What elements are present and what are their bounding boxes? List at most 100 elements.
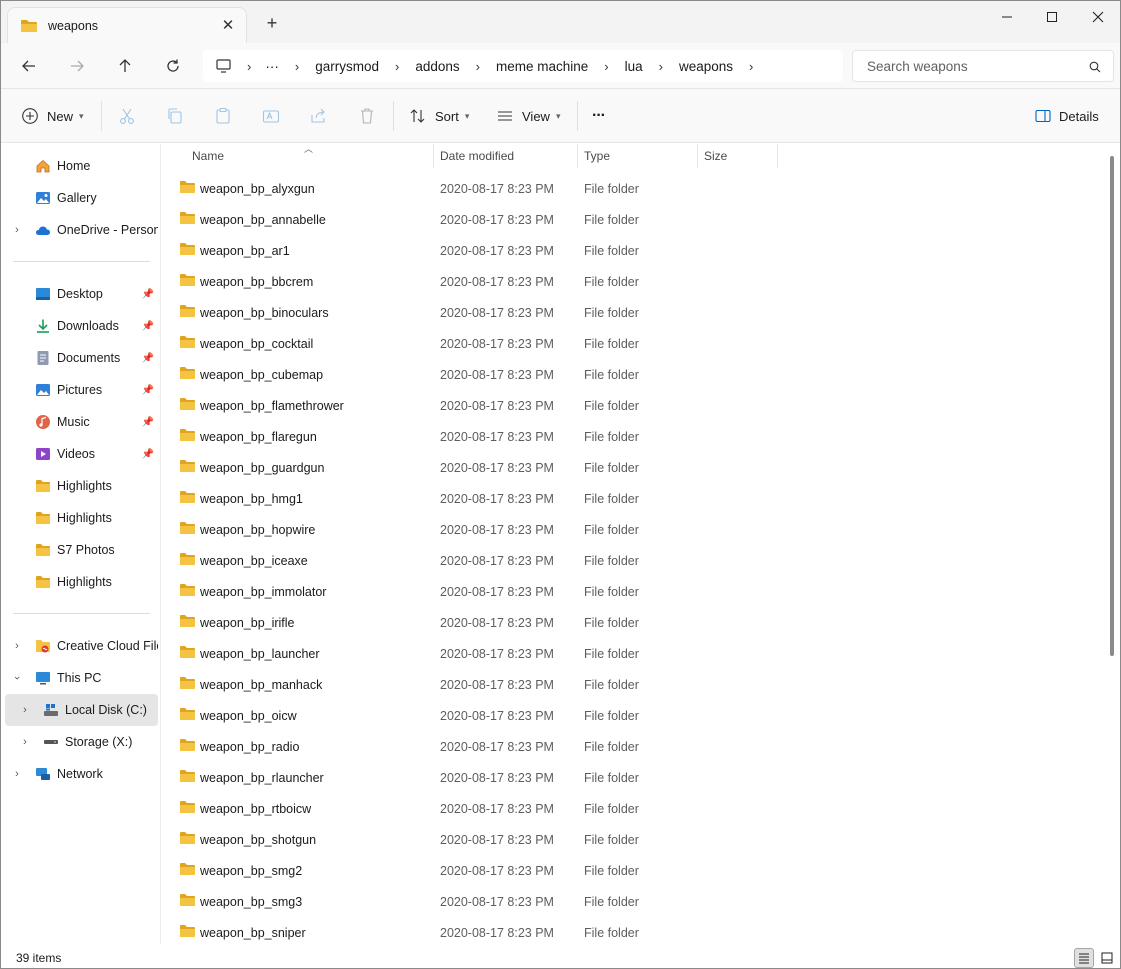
file-name[interactable]: weapon_bp_irifle [200, 616, 295, 630]
minimize-button[interactable] [984, 1, 1030, 33]
pin-icon[interactable]: 📌 [142, 289, 154, 300]
new-tab-button[interactable]: + [263, 14, 281, 32]
search-icon[interactable] [1089, 61, 1101, 73]
share-button[interactable] [310, 103, 328, 129]
sidebar-item-network[interactable]: › Network [5, 758, 158, 790]
more-options-button[interactable]: ··· [592, 103, 606, 129]
sidebar-item-documents[interactable]: Documents 📌 [5, 342, 158, 374]
details-button[interactable]: Details [1035, 103, 1099, 129]
file-row[interactable]: weapon_bp_launcher 2020-08-17 8:23 PM File… [173, 638, 1093, 669]
file-row[interactable]: weapon_bp_iceaxe 2020-08-17 8:23 PM File f… [173, 545, 1093, 576]
sidebar-item-home[interactable]: Home [5, 150, 158, 182]
chevron-right-icon[interactable]: › [295, 59, 299, 74]
breadcrumb-overflow[interactable]: ··· [265, 59, 279, 74]
column-divider[interactable] [777, 144, 778, 168]
sidebar-item-s7-photos[interactable]: S7 Photos [5, 534, 158, 566]
file-name[interactable]: weapon_bp_hmg1 [200, 492, 303, 506]
sidebar-item-desktop[interactable]: Desktop 📌 [5, 278, 158, 310]
paste-button[interactable] [214, 103, 232, 129]
this-pc-icon[interactable] [215, 58, 233, 74]
file-row[interactable]: weapon_bp_flamethrower 2020-08-17 8:23 PM… [173, 390, 1093, 421]
vertical-scrollbar[interactable] [1110, 156, 1114, 656]
chevron-right-icon[interactable]: › [11, 768, 23, 780]
file-name[interactable]: weapon_bp_radio [200, 740, 299, 754]
refresh-button[interactable] [158, 51, 188, 81]
file-name[interactable]: weapon_bp_oicw [200, 709, 297, 723]
file-name[interactable]: weapon_bp_bbcrem [200, 275, 313, 289]
file-name[interactable]: weapon_bp_iceaxe [200, 554, 308, 568]
sidebar-item-downloads[interactable]: Downloads 📌 [5, 310, 158, 342]
file-name[interactable]: weapon_bp_hopwire [200, 523, 315, 537]
chevron-right-icon[interactable]: › [11, 224, 23, 236]
sidebar-item-highlights[interactable]: Highlights [5, 502, 158, 534]
new-button[interactable]: New ▾ [21, 103, 84, 129]
file-row[interactable]: weapon_bp_annabelle 2020-08-17 8:23 PM Fil… [173, 204, 1093, 235]
file-name[interactable]: weapon_bp_cubemap [200, 368, 323, 382]
sidebar-item-highlights[interactable]: Highlights [5, 470, 158, 502]
column-header-date[interactable]: Date modified [440, 144, 514, 168]
file-name[interactable]: weapon_bp_rlauncher [200, 771, 324, 785]
breadcrumb-addons[interactable]: addons [415, 59, 459, 74]
column-divider[interactable] [577, 144, 578, 168]
file-row[interactable]: weapon_bp_radio 2020-08-17 8:23 PM File fo… [173, 731, 1093, 762]
sidebar-item-this-pc[interactable]: › This PC [5, 662, 158, 694]
sidebar-item-onedrive[interactable]: › OneDrive - Persona [5, 214, 158, 246]
file-row[interactable]: weapon_bp_cubemap 2020-08-17 8:23 PM File … [173, 359, 1093, 390]
close-tab-icon[interactable]: ✕ [220, 17, 236, 34]
close-window-button[interactable] [1075, 1, 1120, 33]
chevron-right-icon[interactable]: › [247, 59, 251, 74]
column-header-name[interactable]: Name [192, 144, 224, 168]
file-name[interactable]: weapon_bp_alyxgun [200, 182, 315, 196]
pin-icon[interactable]: 📌 [142, 353, 154, 364]
file-row[interactable]: weapon_bp_immolator 2020-08-17 8:23 PM Fil… [173, 576, 1093, 607]
breadcrumb[interactable]: › ··· › garrysmod › addons › meme machin… [203, 50, 843, 82]
file-row[interactable]: weapon_bp_smg3 2020-08-17 8:23 PM File fol… [173, 886, 1093, 917]
file-name[interactable]: weapon_bp_shotgun [200, 833, 316, 847]
file-name[interactable]: weapon_bp_rtboicw [200, 802, 311, 816]
file-name[interactable]: weapon_bp_smg3 [200, 895, 302, 909]
file-row[interactable]: weapon_bp_irifle 2020-08-17 8:23 PM File f… [173, 607, 1093, 638]
pin-icon[interactable]: 📌 [142, 449, 154, 460]
sidebar-item-highlights[interactable]: Highlights [5, 566, 158, 598]
pin-icon[interactable]: 📌 [142, 321, 154, 332]
sidebar-item-creative-cloud[interactable]: › Creative Cloud Files [5, 630, 158, 662]
file-name[interactable]: weapon_bp_manhack [200, 678, 322, 692]
file-name[interactable]: weapon_bp_annabelle [200, 213, 326, 227]
file-row[interactable]: weapon_bp_bbcrem 2020-08-17 8:23 PM File f… [173, 266, 1093, 297]
rename-button[interactable] [262, 103, 280, 129]
pin-icon[interactable]: 📌 [142, 417, 154, 428]
sidebar-item-storage[interactable]: › Storage (X:) [5, 726, 158, 758]
chevron-right-icon[interactable]: › [395, 59, 399, 74]
copy-button[interactable] [166, 103, 184, 129]
file-row[interactable]: weapon_bp_smg2 2020-08-17 8:23 PM File fol… [173, 855, 1093, 886]
up-button[interactable] [110, 51, 140, 81]
search-box[interactable] [852, 50, 1114, 82]
file-name[interactable]: weapon_bp_smg2 [200, 864, 302, 878]
pin-icon[interactable]: 📌 [142, 385, 154, 396]
column-header-type[interactable]: Type [584, 144, 610, 168]
chevron-right-icon[interactable]: › [604, 59, 608, 74]
chevron-right-icon[interactable]: › [659, 59, 663, 74]
sidebar-item-videos[interactable]: Videos 📌 [5, 438, 158, 470]
file-row[interactable]: weapon_bp_oicw 2020-08-17 8:23 PM File fol… [173, 700, 1093, 731]
chevron-right-icon[interactable]: › [11, 640, 23, 652]
forward-button[interactable] [62, 51, 92, 81]
column-divider[interactable] [697, 144, 698, 168]
file-name[interactable]: weapon_bp_guardgun [200, 461, 324, 475]
file-row[interactable]: weapon_bp_flaregun 2020-08-17 8:23 PM File… [173, 421, 1093, 452]
search-input[interactable] [867, 58, 1077, 74]
sidebar-item-gallery[interactable]: Gallery [5, 182, 158, 214]
tab-weapons[interactable]: weapons ✕ [7, 7, 247, 43]
chevron-right-icon[interactable]: › [476, 59, 480, 74]
sidebar-item-pictures[interactable]: Pictures 📌 [5, 374, 158, 406]
file-name[interactable]: weapon_bp_flamethrower [200, 399, 344, 413]
file-name[interactable]: weapon_bp_cocktail [200, 337, 313, 351]
file-row[interactable]: weapon_bp_hmg1 2020-08-17 8:23 PM File fol… [173, 483, 1093, 514]
back-button[interactable] [14, 51, 44, 81]
tiles-view-button[interactable] [1097, 948, 1117, 968]
chevron-down-icon[interactable]: › [11, 672, 23, 684]
file-name[interactable]: weapon_bp_immolator [200, 585, 326, 599]
breadcrumb-meme-machine[interactable]: meme machine [496, 59, 588, 74]
file-name[interactable]: weapon_bp_binoculars [200, 306, 329, 320]
breadcrumb-lua[interactable]: lua [625, 59, 643, 74]
